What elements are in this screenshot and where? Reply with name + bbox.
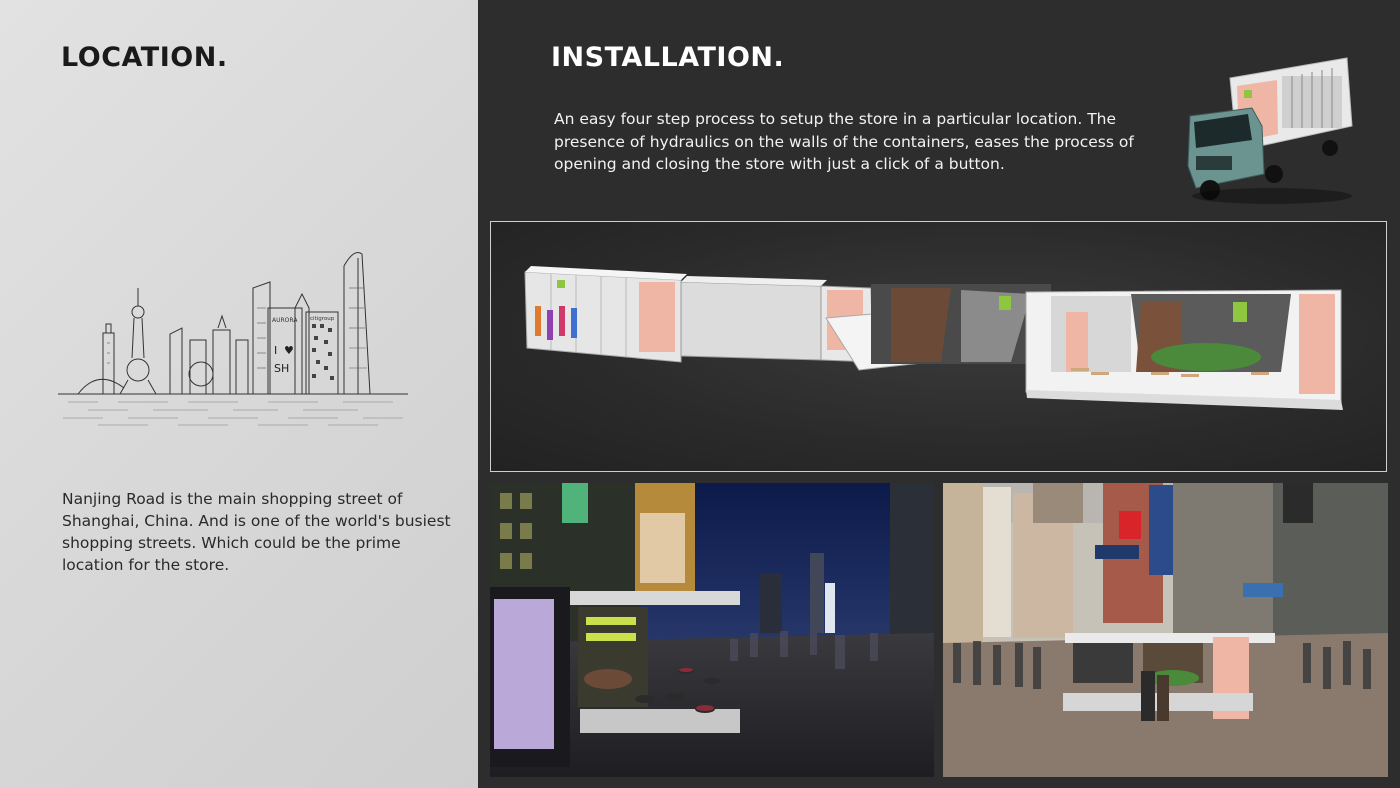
day-street-photo [943, 483, 1388, 777]
aurora-sign: AURORA [272, 317, 298, 324]
sign-i: I [274, 344, 277, 357]
sign-sh: SH [274, 362, 289, 375]
installation-description: An easy four step process to setup the s… [554, 110, 1134, 173]
installation-title: INSTALLATION. [551, 42, 785, 73]
container-render [490, 221, 1387, 472]
location-title: LOCATION. [61, 42, 228, 73]
skyline-illustration: AURORA citigroup I ♥ SH [58, 248, 410, 428]
truck-icon [1182, 56, 1354, 208]
citigroup-sign: citigroup [310, 316, 335, 322]
night-street-photo [490, 483, 934, 777]
location-description: Nanjing Road is the main shopping street… [62, 490, 451, 574]
sign-heart: ♥ [284, 344, 294, 357]
